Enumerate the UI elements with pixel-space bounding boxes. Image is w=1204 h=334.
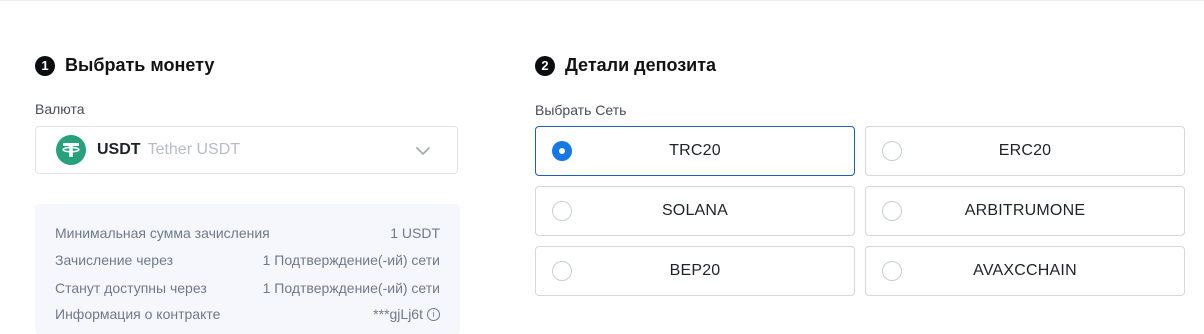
info-label: Зачисление через	[55, 252, 173, 268]
chevron-down-icon[interactable]	[413, 141, 433, 161]
info-value: 1 Подтверждение(-ий) сети	[262, 252, 440, 268]
network-label-text: BEP20	[669, 262, 721, 279]
network-option-erc20[interactable]: ERC20	[865, 126, 1185, 176]
tether-icon	[56, 135, 86, 165]
network-option-avaxcchain[interactable]: AVAXCCHAIN	[865, 246, 1185, 296]
info-label: Информация о контракте	[55, 306, 221, 322]
info-row-available-after: Станут доступны через 1 Подтверждение(-и…	[55, 280, 440, 296]
info-label: Станут доступны через	[55, 280, 207, 296]
network-label-text: TRC20	[669, 142, 721, 159]
contract-address[interactable]: ***gjLj6t	[373, 306, 423, 322]
info-row-min-deposit: Минимальная сумма зачисления 1 USDT	[55, 225, 440, 241]
network-option-trc20[interactable]: TRC20	[535, 126, 855, 176]
info-value: 1 Подтверждение(-ий) сети	[262, 280, 440, 296]
step-1-title: 1 Выбрать монету	[35, 55, 214, 76]
info-value: 1 USDT	[390, 225, 440, 241]
network-option-solana[interactable]: SOLANA	[535, 186, 855, 236]
deposit-info-panel: Минимальная сумма зачисления 1 USDT Зачи…	[35, 204, 460, 334]
network-option-arbitrumone[interactable]: ARBITRUMONE	[865, 186, 1185, 236]
step-2-number: 2	[535, 55, 555, 76]
info-row-credited-after: Зачисление через 1 Подтверждение(-ий) се…	[55, 252, 440, 268]
step-2-title: 2 Детали депозита	[535, 55, 716, 76]
info-label: Минимальная сумма зачисления	[55, 225, 270, 241]
network-option-bep20[interactable]: BEP20	[535, 246, 855, 296]
network-label-text: AVAXCCHAIN	[973, 262, 1077, 279]
currency-label: Валюта	[35, 101, 85, 117]
step-1-number: 1	[35, 55, 55, 76]
info-row-contract-info: Информация о контракте ***gjLj6t i	[55, 306, 440, 322]
info-icon[interactable]: i	[427, 307, 440, 321]
step-1-label: Выбрать монету	[65, 55, 215, 75]
network-label: Выбрать Сеть	[535, 102, 627, 118]
network-label-text: ARBITRUMONE	[964, 202, 1086, 219]
top-divider	[0, 0, 1204, 1]
coin-select[interactable]: USDT Tether USDT	[35, 126, 458, 174]
step-2-label: Детали депозита	[565, 55, 717, 75]
info-value-wrapper[interactable]: ***gjLj6t i	[373, 306, 440, 322]
coin-name: Tether USDT	[147, 141, 241, 158]
network-label-text: ERC20	[998, 142, 1052, 159]
coin-symbol: USDT	[97, 141, 141, 158]
network-label-text: SOLANA	[661, 202, 729, 219]
